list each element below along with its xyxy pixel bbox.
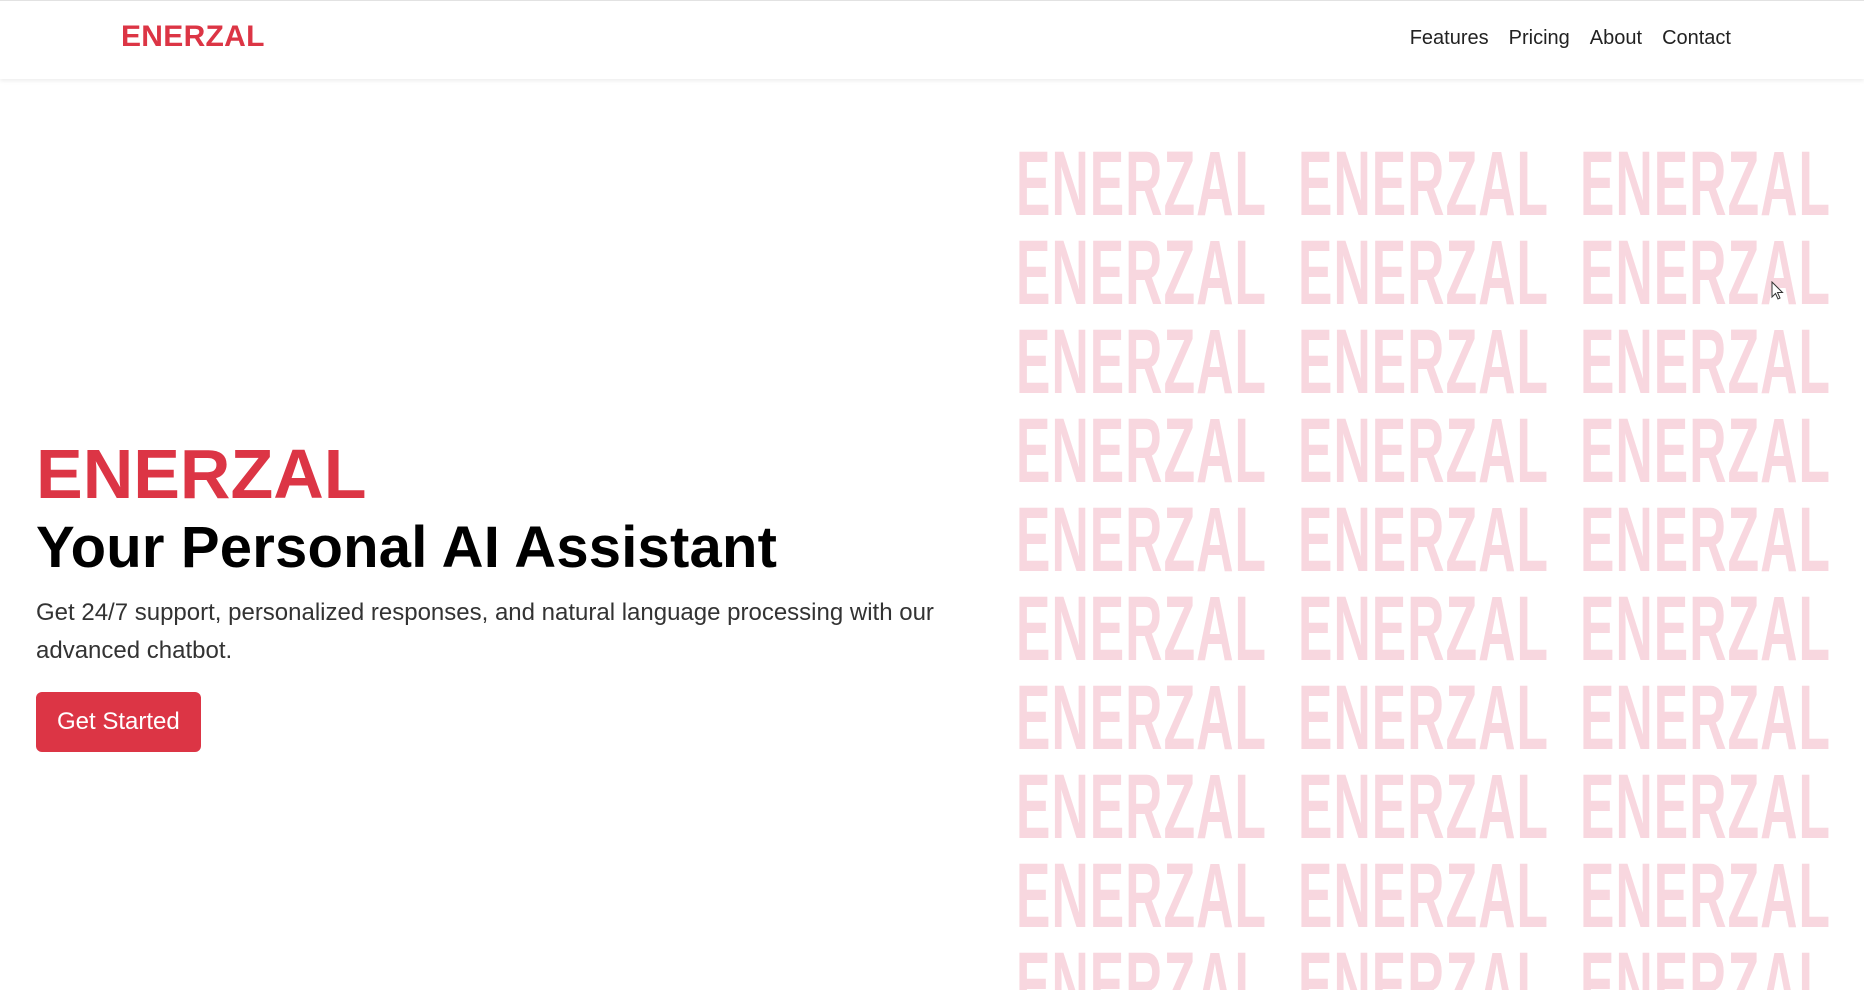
pattern-word: ENERZAL [1016,222,1268,324]
pattern-word: ENERZAL [1016,756,1268,858]
pattern-row: ENERZAL ENERZAL ENERZAL [1016,400,1864,502]
pattern-word: ENERZAL [1298,756,1550,858]
pattern-word: ENERZAL [1298,845,1550,947]
hero-subtitle: Get 24/7 support, personalized responses… [36,599,934,664]
pattern-word: ENERZAL [1016,400,1268,502]
pattern-word: ENERZAL [1298,311,1550,413]
pattern-row: ENERZAL ENERZAL ENERZAL [1016,667,1864,769]
hero-brand: ENERZAL [36,435,367,513]
pattern-word: ENERZAL [1580,667,1832,769]
pattern-word: ENERZAL [1016,311,1268,413]
pattern-row: ENERZAL ENERZAL ENERZAL [1016,489,1864,591]
pattern-word: ENERZAL [1580,578,1832,680]
pattern-word: ENERZAL [1580,222,1832,324]
pattern-row: ENERZAL ENERZAL ENERZAL [1016,311,1864,413]
pattern-word: ENERZAL [1580,140,1832,235]
pattern-word: ENERZAL [1298,578,1550,680]
pattern-word: ENERZAL [1580,845,1832,947]
pattern-word: ENERZAL [1298,934,1550,990]
pattern-row: ENERZAL ENERZAL ENERZAL [1016,845,1864,947]
hero-title: Your Personal AI Assistant [36,515,778,580]
get-started-button[interactable]: Get Started [36,692,201,752]
pattern-word: ENERZAL [1298,667,1550,769]
pattern-word: ENERZAL [1298,489,1550,591]
nav-link-features[interactable]: Features [1410,27,1489,50]
pattern-row: ENERZAL ENERZAL ENERZAL [1016,756,1864,858]
brand-pattern-background: ENERZAL ENERZAL ENERZAL ENERZAL ENERZAL ENERZ… [1016,140,1864,990]
pattern-row: ENERZAL ENERZAL ENERZAL [1016,222,1864,324]
pattern-word: ENERZAL [1016,140,1268,235]
pattern-word: ENERZAL [1298,222,1550,324]
nav-link-about[interactable]: About [1590,27,1642,50]
pattern-row: ENERZAL ENERZAL ENERZAL [1016,140,1864,235]
pattern-row: ENERZAL ENERZAL ENERZAL [1016,934,1864,990]
pattern-word: ENERZAL [1580,311,1832,413]
pattern-row: ENERZAL ENERZAL ENERZAL [1016,578,1864,680]
pattern-word: ENERZAL [1580,489,1832,591]
pattern-word: ENERZAL [1580,400,1832,502]
hero-section: ENERZAL Your Personal AI Assistant Get 2… [36,434,976,752]
navbar: ENERZAL Features Pricing About Contact [0,0,1864,79]
pattern-word: ENERZAL [1016,934,1268,990]
pattern-word: ENERZAL [1580,756,1832,858]
pattern-word: ENERZAL [1016,667,1268,769]
pattern-word: ENERZAL [1298,140,1550,235]
nav-link-contact[interactable]: Contact [1662,27,1731,50]
navbar-brand[interactable]: ENERZAL [121,20,265,54]
pattern-word: ENERZAL [1016,489,1268,591]
pattern-word: ENERZAL [1298,400,1550,502]
pattern-word: ENERZAL [1016,845,1268,947]
nav-link-pricing[interactable]: Pricing [1509,27,1570,50]
pattern-word: ENERZAL [1580,934,1832,990]
mouse-pointer-icon [1771,281,1784,300]
pattern-word: ENERZAL [1016,578,1268,680]
nav-links: Features Pricing About Contact [1410,27,1731,50]
